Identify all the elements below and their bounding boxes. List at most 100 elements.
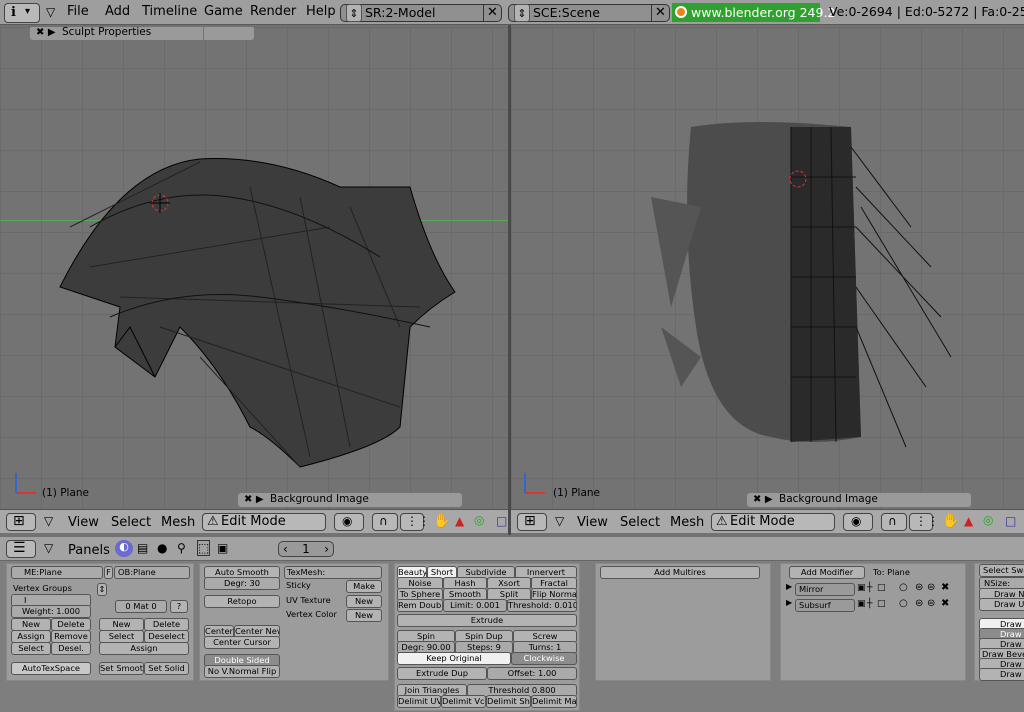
hand-icon[interactable]: ✋ [942, 513, 959, 529]
texmesh-field[interactable]: TexMesh: [284, 566, 382, 579]
square-icon[interactable]: □ [1005, 514, 1016, 528]
center-cursor-button[interactable]: Center Cursor [204, 636, 280, 649]
editmode-toggle-icon[interactable]: □ [877, 583, 886, 593]
move-up-icon[interactable]: ⊜ [915, 598, 923, 609]
close-icon[interactable]: ✕ [651, 4, 669, 22]
material-question-button[interactable]: ? [170, 600, 188, 613]
rem-doubl-button[interactable]: Rem Doubl [397, 599, 443, 612]
screen-selector[interactable]: ⇕ SR:2-Model ✕ [340, 4, 502, 22]
mirror-name-field[interactable]: Mirror [795, 583, 855, 596]
menu-mesh[interactable]: Mesh [161, 515, 195, 530]
menu-game[interactable]: Game [204, 4, 243, 19]
add-multires-button[interactable]: Add Multires [600, 566, 760, 579]
screen-browse-icon[interactable]: ⇕ [346, 4, 362, 22]
subsurf-name-field[interactable]: Subsurf [795, 599, 855, 612]
mode-selector[interactable]: ⚠ Edit Mode [711, 513, 835, 531]
editor-type-button[interactable]: ⊞ [6, 513, 36, 531]
menu-view[interactable]: View [577, 515, 608, 530]
editor-type-button[interactable]: ⊞ [517, 513, 547, 531]
object-icon[interactable]: ⚲ [177, 541, 186, 555]
editor-type-button[interactable]: ☰ [6, 540, 36, 558]
draw-uv-normals-toggle[interactable]: Draw UN [979, 598, 1024, 611]
menu-render[interactable]: Render [250, 4, 296, 19]
extrude-button[interactable]: Extrude [397, 614, 577, 627]
hand-icon[interactable]: ✋ [433, 513, 450, 529]
delimit-sha-toggle[interactable]: Delimit Sha [486, 695, 531, 708]
triangle-icon[interactable]: ▲ [964, 514, 973, 528]
mesh-name-field[interactable]: ME:Plane [11, 566, 103, 579]
degr-field[interactable]: Degr: 30 [204, 577, 280, 590]
menu-collapse-icon[interactable]: ▽ [46, 5, 55, 19]
scene-browse-icon[interactable]: ⇕ [514, 4, 530, 22]
vertex-color-new-button[interactable]: New [346, 609, 382, 622]
chevron-left-icon[interactable]: ‹ [283, 542, 288, 556]
left-3d-viewport[interactable]: ✖ ▶ Sculpt Properties (1) Plane ✖ ▶ Back… [0, 27, 508, 509]
render-toggle-icon[interactable]: ▣ [857, 583, 866, 593]
cage-icon[interactable]: ○ [899, 582, 908, 593]
background-image-panel[interactable]: ✖ ▶ Background Image [747, 493, 971, 507]
draw-sharp-toggle[interactable]: Draw S [979, 668, 1024, 681]
panel-close-arrow-icon[interactable]: ✖ ▶ [244, 493, 264, 506]
menu-help[interactable]: Help [306, 4, 336, 19]
logic-icon[interactable]: ◐ [115, 540, 133, 557]
menu-view[interactable]: View [68, 515, 99, 530]
script-icon[interactable]: ▤ [137, 541, 148, 555]
display-toggle-icon[interactable]: ┼ [867, 583, 872, 593]
chevron-down-icon[interactable]: ▽ [44, 541, 53, 555]
panel-close-arrow-icon[interactable]: ✖ ▶ [753, 493, 773, 506]
no-vnormal-flip-toggle[interactable]: No V.Normal Flip [204, 665, 280, 678]
expand-arrow-icon[interactable]: ▶ [786, 598, 792, 607]
retopo-toggle[interactable]: Retopo [204, 595, 280, 608]
delimit-uv-toggle[interactable]: Delimit UV [397, 695, 441, 708]
circle-icon[interactable]: ◎ [474, 513, 484, 527]
select-swap-button[interactable]: Select Swa [979, 564, 1024, 577]
material-assign-button[interactable]: Assign [99, 642, 189, 655]
autotexspace-toggle[interactable]: AutoTexSpace [11, 662, 91, 675]
set-smooth-button[interactable]: Set Smooth [99, 662, 144, 675]
menu-mesh[interactable]: Mesh [670, 515, 704, 530]
scene-icon[interactable]: ▣ [217, 541, 228, 555]
right-3d-viewport[interactable]: (1) Plane ✖ ▶ Background Image [511, 27, 1024, 509]
pivot-button[interactable]: ∩ [372, 513, 398, 531]
keep-original-toggle[interactable]: Keep Original [397, 652, 511, 665]
editing-icon[interactable]: ⬚ [197, 540, 211, 556]
move-down-icon[interactable]: ⊜ [927, 582, 935, 593]
mode-selector[interactable]: ⚠ Edit Mode [202, 513, 326, 531]
snap-button[interactable]: ⋮⋮ [909, 513, 939, 531]
display-toggle-icon[interactable]: ┼ [867, 599, 872, 609]
add-modifier-button[interactable]: Add Modifier [789, 566, 865, 579]
frame-field[interactable]: ‹ 1 › [278, 541, 334, 557]
threshold-field[interactable]: Threshold: 0.010 [507, 599, 577, 612]
viewport-divider[interactable] [508, 25, 511, 535]
extrude-dup-button[interactable]: Extrude Dup [397, 667, 487, 680]
menu-file[interactable]: File [67, 4, 89, 19]
shading-icon[interactable]: ● [157, 541, 167, 555]
chevron-down-icon[interactable]: ▽ [555, 514, 564, 528]
delimit-ma-toggle[interactable]: Delimit Ma [531, 695, 577, 708]
fake-user-button[interactable]: F [104, 566, 113, 579]
mirror-modifier-row[interactable]: ▶ Mirror ▣ ┼ □ ○ ⊜ ⊜ ✖ [785, 582, 961, 596]
uv-texture-new-button[interactable]: New [346, 595, 382, 608]
object-name-field[interactable]: OB:Plane [114, 566, 190, 579]
move-up-icon[interactable]: ⊜ [915, 582, 923, 593]
info-window-button[interactable]: i ▾ [4, 3, 40, 23]
menu-add[interactable]: Add [105, 4, 130, 19]
snap-button[interactable]: ⋮⋮ [400, 513, 430, 531]
delete-modifier-icon[interactable]: ✖ [941, 582, 949, 593]
vgroup-deselect-button[interactable]: Desel. [51, 642, 91, 655]
menu-select[interactable]: Select [111, 515, 151, 530]
sticky-make-button[interactable]: Make [346, 580, 382, 593]
set-solid-button[interactable]: Set Solid [144, 662, 189, 675]
triangle-icon[interactable]: ▲ [455, 514, 464, 528]
move-down-icon[interactable]: ⊜ [927, 598, 935, 609]
scene-selector[interactable]: ⇕ SCE:Scene ✕ [508, 4, 670, 22]
close-icon[interactable]: ✕ [483, 4, 501, 22]
material-index-field[interactable]: 0 Mat 0 [115, 600, 167, 613]
render-toggle-icon[interactable]: ▣ [857, 599, 866, 609]
chevron-down-icon[interactable]: ▽ [44, 514, 53, 528]
circle-icon[interactable]: ◎ [983, 513, 993, 527]
weight-field[interactable]: Weight: 1.000 [11, 605, 91, 618]
subsurf-modifier-row[interactable]: ▶ Subsurf ▣ ┼ □ ○ ⊜ ⊜ ✖ [785, 598, 961, 612]
clockwise-toggle[interactable]: Clockwise [511, 652, 577, 665]
vgroup-select-button[interactable]: Select [11, 642, 51, 655]
